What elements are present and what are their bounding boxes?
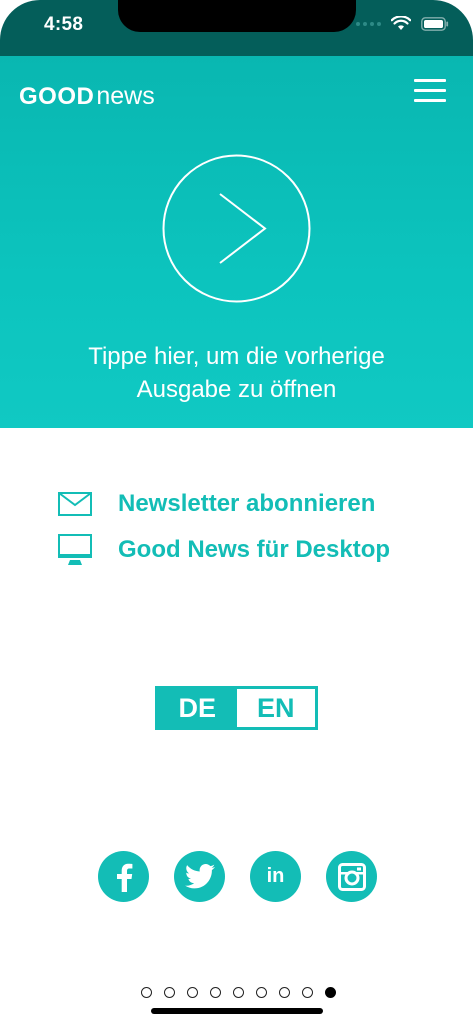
desktop-label: Good News für Desktop [118, 536, 391, 563]
desktop-link[interactable]: Good News für Desktop [58, 534, 390, 566]
language-toggle: DE EN [155, 686, 318, 730]
page-dot[interactable] [233, 987, 244, 998]
hamburger-menu-icon[interactable] [414, 79, 450, 105]
twitter-icon[interactable] [174, 851, 225, 902]
status-icons [356, 16, 449, 31]
page-dot[interactable] [210, 987, 221, 998]
play-icon[interactable] [162, 154, 311, 303]
language-en-button[interactable]: EN [236, 689, 315, 727]
page-dot[interactable] [164, 987, 175, 998]
mail-icon [58, 488, 96, 520]
logo-good: GOOD [19, 83, 95, 110]
page-indicator [141, 987, 336, 998]
status-bar: 4:58 [0, 0, 473, 56]
newsletter-label: Newsletter abonnieren [118, 490, 376, 517]
logo: GOOD news [19, 82, 155, 111]
newsletter-link[interactable]: Newsletter abonnieren [58, 488, 375, 520]
linkedin-label: in [266, 865, 285, 887]
page-dot[interactable] [187, 987, 198, 998]
battery-icon [421, 16, 449, 31]
monitor-icon [58, 534, 96, 566]
page-dot[interactable] [141, 987, 152, 998]
page-dot[interactable] [302, 987, 313, 998]
linkedin-icon[interactable]: in [250, 851, 301, 902]
page-dot[interactable] [256, 987, 267, 998]
prompt-line-1: Tippe hier, um die vorherige [88, 343, 385, 370]
home-indicator[interactable] [151, 1008, 323, 1014]
notch [118, 0, 356, 32]
facebook-icon[interactable] [98, 851, 149, 902]
page-dot-active[interactable] [325, 987, 336, 998]
page-dot[interactable] [279, 987, 290, 998]
prompt-line-2: Ausgabe zu öffnen [136, 376, 337, 403]
signal-icon [356, 21, 381, 26]
instagram-icon[interactable] [326, 851, 377, 902]
status-time: 4:58 [44, 14, 84, 35]
open-previous-issue-prompt[interactable]: Tippe hier, um die vorherige Ausgabe zu … [0, 340, 473, 406]
social-links: in [98, 851, 377, 902]
wifi-icon [391, 16, 411, 31]
logo-news: news [96, 82, 155, 110]
language-de-button[interactable]: DE [158, 689, 237, 727]
